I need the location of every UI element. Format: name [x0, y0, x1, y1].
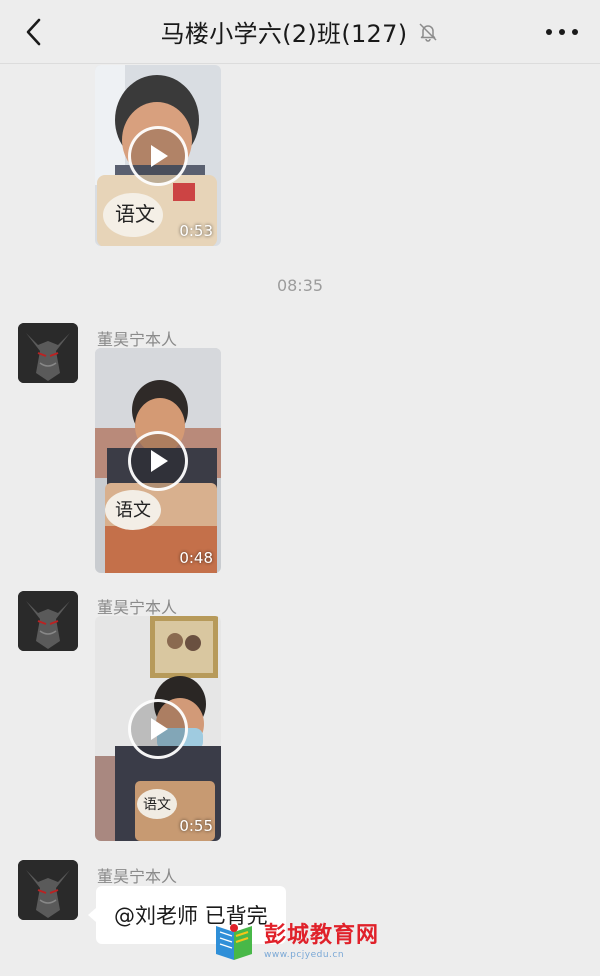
video-message[interactable]: 语文 0:53 [95, 65, 221, 246]
video-duration: 0:55 [179, 817, 213, 835]
site-watermark: 彭城教育网 www.pcjyedu.cn [212, 916, 388, 968]
chat-title: 马楼小学六(2)班(127) [160, 20, 408, 48]
avatar[interactable] [18, 860, 78, 920]
sender-name: 董昊宁本人 [97, 867, 178, 886]
watermark-name: 彭城教育网 [264, 922, 380, 948]
chevron-left-icon [26, 18, 41, 46]
ellipsis-icon-dot [546, 29, 552, 35]
avatar-image [18, 591, 78, 651]
play-button[interactable] [128, 125, 188, 186]
message-list[interactable]: 语文 0:53 08:35 董昊宁本人 语文 0:48 董昊宁本人 语文 0:5… [0, 65, 600, 976]
avatar-image [18, 323, 78, 383]
ellipsis-icon-dot [572, 29, 578, 35]
play-button[interactable] [128, 430, 188, 491]
avatar[interactable] [18, 591, 78, 651]
back-button[interactable] [18, 14, 48, 50]
sender-name: 董昊宁本人 [97, 598, 178, 617]
play-button[interactable] [128, 698, 188, 759]
avatar[interactable] [18, 323, 78, 383]
watermark-url: www.pcjyedu.cn [264, 949, 345, 960]
video-message[interactable]: 语文 0:48 [95, 348, 221, 573]
bell-muted-icon [417, 21, 439, 43]
time-separator: 08:35 [276, 276, 324, 295]
video-duration: 0:53 [179, 222, 213, 240]
book-cover-glyph: 语文 [143, 797, 171, 813]
play-icon [151, 717, 168, 740]
video-message[interactable]: 语文 0:55 [95, 616, 221, 841]
title-wrap: 马楼小学六(2)班(127) [161, 14, 440, 49]
sender-name: 董昊宁本人 [97, 330, 178, 349]
avatar-image [18, 860, 78, 920]
play-icon [151, 449, 168, 472]
book-cover-glyph: 语文 [115, 202, 155, 226]
video-duration: 0:48 [179, 549, 213, 567]
more-options-button[interactable] [546, 18, 578, 46]
watermark-text: 彭城教育网 www.pcjyedu.cn [264, 922, 380, 960]
chat-header: 马楼小学六(2)班(127) [0, 0, 600, 64]
open-book-logo-icon [216, 924, 252, 960]
play-icon [151, 144, 168, 167]
ellipsis-icon-dot [559, 29, 565, 35]
book-cover-glyph: 语文 [115, 500, 151, 521]
